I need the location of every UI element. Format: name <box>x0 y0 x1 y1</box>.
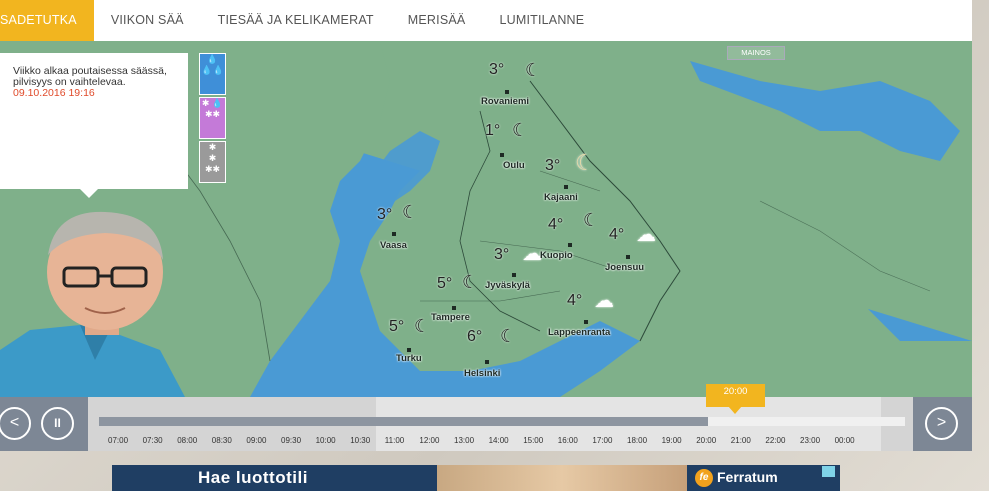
timeline-time-label[interactable]: 07:00 <box>108 436 128 445</box>
temp-fourth: 4° <box>548 216 564 233</box>
timeline-time-label[interactable]: 08:00 <box>177 436 197 445</box>
city-dot <box>452 306 456 310</box>
timeline-time-label[interactable]: 11:00 <box>385 436 404 445</box>
timeline-next-area: > <box>913 397 972 451</box>
moon-cloud-icon: ☾ <box>402 202 419 222</box>
city-dot <box>626 255 630 259</box>
sleet-legend-icon: ✱ 💧 ✱✱ <box>199 97 226 139</box>
timeline-time-label[interactable]: 15:00 <box>523 436 543 445</box>
timeline-time-label[interactable]: 20:00 <box>696 436 716 445</box>
city-dot <box>500 153 504 157</box>
temp-oulu: 1° <box>485 122 501 139</box>
city-kuopio[interactable]: Kuopio <box>540 250 573 261</box>
temp-kuopio: 3° <box>494 246 510 263</box>
city-jyvaskyla[interactable]: Jyväskylä <box>485 280 530 291</box>
city-dot <box>485 360 489 364</box>
timeline-current-time[interactable]: 20:00 <box>706 384 765 414</box>
timeline-time-label[interactable]: 00:00 <box>835 436 855 445</box>
tab-lumitilanne[interactable]: LUMITILANNE <box>482 0 601 41</box>
temp-kajaani: 3° <box>545 157 561 174</box>
timeline-time-label[interactable]: 19:00 <box>662 436 682 445</box>
timeline-time-label[interactable]: 13:00 <box>454 436 474 445</box>
snow-legend-icon: ✱ ✱ ✱✱ <box>199 141 226 183</box>
timeline-time-label[interactable]: 09:00 <box>246 436 266 445</box>
temp-jyvaskyla: 5° <box>437 275 453 292</box>
city-dot <box>407 348 411 352</box>
ad-title[interactable]: Hae luottotili <box>198 468 308 488</box>
ad-banner[interactable]: Hae luottotili fe Ferratum <box>112 465 840 491</box>
timeline-time-label[interactable]: 07:30 <box>143 436 163 445</box>
timeline-time-label[interactable]: 14:00 <box>489 436 509 445</box>
moon-cloud-icon: ☾ <box>512 120 529 140</box>
ad-brand-name: Ferratum <box>717 469 778 485</box>
moon-cloud-icon: ☾ <box>462 272 479 292</box>
cloud-icon: ☁ <box>594 290 614 312</box>
tab-sadetutka[interactable]: SADETUTKA <box>0 0 94 49</box>
city-dot <box>505 90 509 94</box>
city-oulu[interactable]: Oulu <box>503 160 525 171</box>
city-kajaani[interactable]: Kajaani <box>544 192 578 203</box>
forecast-text: Viikko alkaa poutaisessa säässä, pilvisy… <box>13 65 167 88</box>
next-button[interactable]: > <box>925 407 958 440</box>
timeline-time-label[interactable]: 08:30 <box>212 436 232 445</box>
city-tampere[interactable]: Tampere <box>431 312 470 323</box>
timeline-time-label[interactable]: 23:00 <box>800 436 820 445</box>
forecast-date: 09.10.2016 19:16 <box>13 87 95 99</box>
cloud-icon: ☁ <box>636 224 656 246</box>
tab-tiesaa[interactable]: TIESÄÄ JA KELIKAMERAT <box>201 0 391 41</box>
ad-photo <box>437 465 687 491</box>
moon-icon: ☾ <box>575 150 595 175</box>
timeline-bar: < II 07:00 07:30 08:00 08:30 09:00 09:30 10:00… <box>0 397 972 451</box>
timeline-time-label[interactable]: 21:00 <box>731 436 751 445</box>
tab-viikon-saa[interactable]: VIIKON SÄÄ <box>94 0 201 41</box>
temp-joensuu: 4° <box>609 226 625 243</box>
temp-lappeenranta: 4° <box>567 292 583 309</box>
city-dot <box>584 320 588 324</box>
timeline-time-label[interactable]: 17:00 <box>592 436 612 445</box>
forecast-info-box: Viikko alkaa poutaisessa säässä, pilvisy… <box>0 53 188 198</box>
city-dot <box>392 232 396 236</box>
moon-cloud-icon: ☾ <box>525 60 542 80</box>
ad-brand[interactable]: fe Ferratum <box>695 469 778 488</box>
city-helsinki[interactable]: Helsinki <box>464 368 500 379</box>
cloud-icon: ☁ <box>522 243 542 265</box>
timeline-controls: < II <box>0 397 88 451</box>
temp-turku: 5° <box>389 318 405 335</box>
timeline-time-label[interactable]: 12:00 <box>419 436 439 445</box>
city-vaasa[interactable]: Vaasa <box>380 240 407 251</box>
timeline-time-label[interactable]: 18:00 <box>627 436 647 445</box>
moon-cloud-icon: ☾ <box>414 316 431 336</box>
timeline-progress <box>99 417 709 426</box>
top-nav: SADETUTKA VIIKON SÄÄ TIESÄÄ JA KELIKAMER… <box>0 0 972 49</box>
city-rovaniemi[interactable]: Rovaniemi <box>481 96 529 107</box>
presenter-photo <box>0 211 185 397</box>
city-dot <box>564 185 568 189</box>
city-turku[interactable]: Turku <box>396 353 422 364</box>
temp-vaasa: 3° <box>377 206 393 223</box>
rain-legend-icon: 💧 💧💧 <box>199 53 226 95</box>
city-dot <box>568 243 572 247</box>
moon-cloud-icon: ☾ <box>583 210 600 230</box>
city-dot <box>512 273 516 277</box>
map-ad-label: MAINOS <box>727 46 785 60</box>
ad-choices-icon[interactable] <box>822 466 835 477</box>
ferratum-logo-icon: fe <box>695 469 713 488</box>
timeline-time-label[interactable]: 22:00 <box>765 436 785 445</box>
tab-merisaa[interactable]: MERISÄÄ <box>391 0 483 41</box>
city-joensuu[interactable]: Joensuu <box>605 262 644 273</box>
timeline-time-label[interactable]: 16:00 <box>558 436 578 445</box>
timeline-time-label[interactable]: 10:00 <box>316 436 336 445</box>
city-lappeenranta[interactable]: Lappeenranta <box>548 327 610 338</box>
pause-button[interactable]: II <box>41 407 74 440</box>
timeline-time-label[interactable]: 09:30 <box>281 436 301 445</box>
moon-cloud-icon: ☾ <box>500 326 517 346</box>
timeline-time-label[interactable]: 10:30 <box>350 436 370 445</box>
precipitation-legend: 💧 💧💧 ✱ 💧 ✱✱ ✱ ✱ ✱✱ <box>199 53 226 185</box>
temp-helsinki: 6° <box>467 328 483 345</box>
temp-rovaniemi: 3° <box>489 61 505 78</box>
previous-button[interactable]: < <box>0 407 31 440</box>
